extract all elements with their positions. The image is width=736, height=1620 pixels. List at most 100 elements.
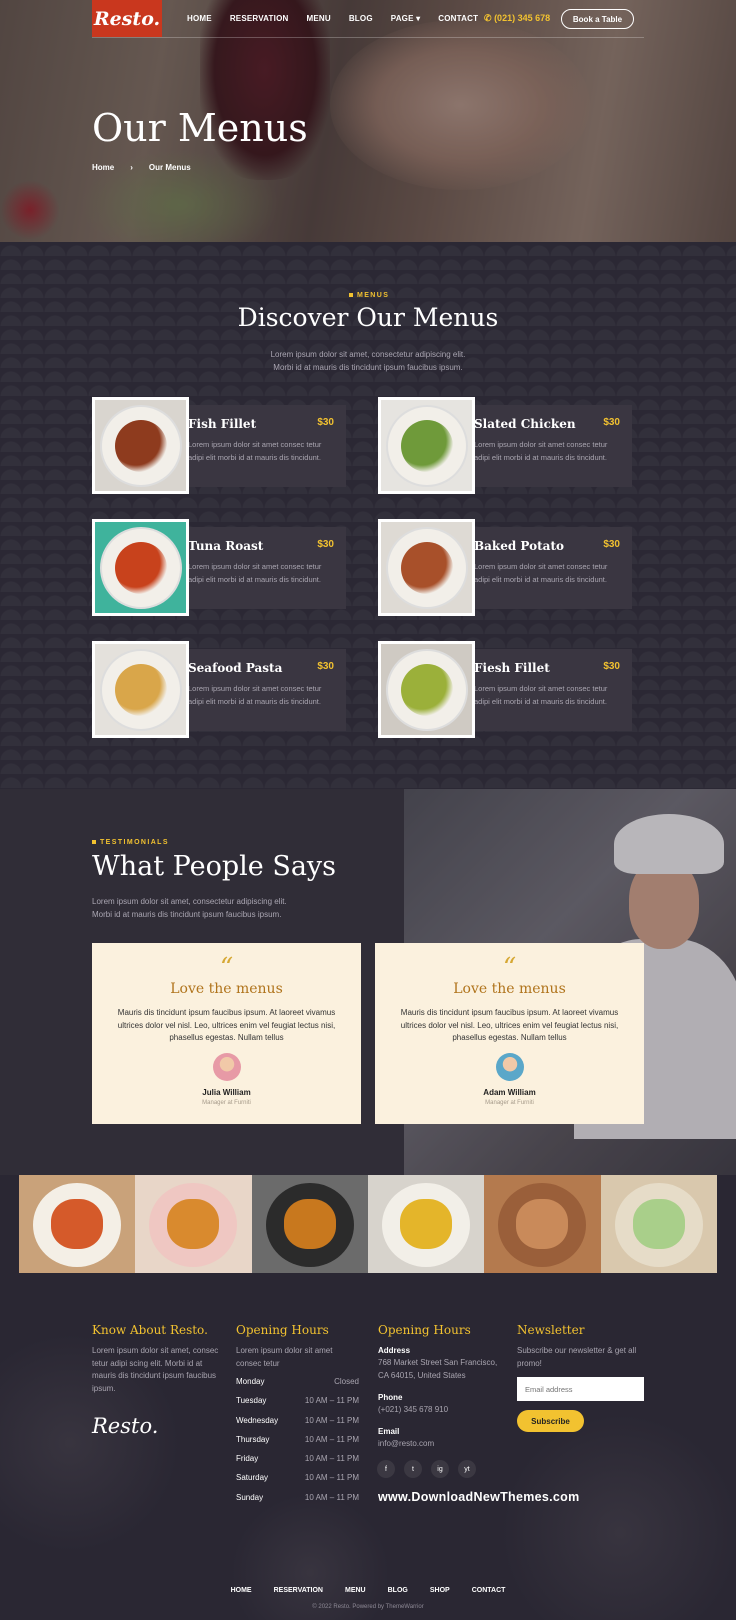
menu-item-desc: Lorem ipsum dolor sit amet consec tetur … [188, 684, 322, 706]
gallery-image[interactable] [484, 1175, 601, 1273]
testimonial-role: Manager at Furniti [485, 1100, 534, 1106]
email-value[interactable]: info@resto.com [378, 1438, 434, 1451]
testimonial-name: Adam William [483, 1088, 536, 1097]
food-image [401, 420, 453, 472]
food-image [401, 542, 453, 594]
book-table-button[interactable]: Book a Table [561, 9, 634, 29]
header-phone[interactable]: ✆ (021) 345 678 [484, 13, 550, 24]
hours-time: 10 AM – 11 PM [304, 1454, 359, 1464]
menu-item-price: $30 [603, 539, 620, 550]
nav-contact[interactable]: CONTACT [438, 14, 478, 23]
hours-time: 10 AM – 11 PM [304, 1473, 359, 1483]
subscribe-button[interactable]: Subscribe [517, 1410, 584, 1432]
hero-banner: Resto. HOME RESERVATION MENU BLOG PAGE C… [0, 0, 736, 242]
hours-time: 10 AM – 11 PM [304, 1434, 359, 1444]
logo[interactable]: Resto. [92, 0, 162, 37]
nav-blog[interactable]: BLOG [349, 14, 373, 23]
menu-item-desc: Lorem ipsum dolor sit amet consec tetur … [188, 562, 322, 584]
testimonial-card: “ Love the menus Mauris dis tincidunt ip… [92, 943, 361, 1124]
menu-item-photo [378, 519, 475, 616]
nav-home[interactable]: HOME [187, 14, 212, 23]
hours-time: 10 AM – 11 PM [304, 1396, 359, 1406]
menu-item[interactable]: Fish Fillet $30 Lorem ipsum dolor sit amet… [92, 397, 368, 494]
food-image [632, 1199, 685, 1249]
menu-item[interactable]: Slated Chicken $30 Lorem ipsum dolor sit a… [378, 397, 654, 494]
footer-nav-contact[interactable]: CONTACT [472, 1587, 506, 1594]
hours-row: Sunday 10 AM – 11 PM [236, 1493, 359, 1512]
gallery-image[interactable] [600, 1175, 717, 1273]
footer-nav: HOME RESERVATION MENU BLOG SHOP CONTACT [0, 1587, 736, 1594]
contact-title: Opening Hours [378, 1323, 471, 1337]
food-image [115, 542, 167, 594]
food-image [283, 1199, 336, 1249]
hours-row: Thursday 10 AM – 11 PM [236, 1435, 359, 1454]
food-image [115, 664, 167, 716]
hours-day: Wednesday [236, 1415, 279, 1425]
food-image [115, 420, 167, 472]
menu-item-photo [92, 519, 189, 616]
menu-item-price: $30 [603, 661, 620, 672]
about-title: Know About Resto. [92, 1323, 208, 1337]
quote-icon: “ [502, 953, 517, 983]
hours-time: Closed [334, 1377, 359, 1386]
hours-row: Wednesday 10 AM – 11 PM [236, 1416, 359, 1435]
menu-item-photo [92, 641, 189, 738]
social-links: f t ig yt [377, 1460, 476, 1478]
hours-day: Sunday [236, 1492, 264, 1502]
menu-card: Fish Fillet $30 Lorem ipsum dolor sit amet… [182, 405, 346, 487]
hours-row: Saturday 10 AM – 11 PM [236, 1473, 359, 1492]
about-text: Lorem ipsum dolor sit amet, consec tetur… [92, 1346, 219, 1393]
gallery-image[interactable] [367, 1175, 485, 1273]
testimonial-text: Mauris dis tincidunt ipsum faucibus ipsu… [400, 1008, 619, 1042]
gallery-image[interactable] [19, 1175, 136, 1273]
footer-nav-menu[interactable]: MENU [345, 1587, 366, 1594]
testimonials-section: TESTIMONIALS What People Says Lorem ipsu… [0, 789, 736, 1175]
menu-item-photo [378, 641, 475, 738]
footer-nav-reservation[interactable]: RESERVATION [274, 1587, 323, 1594]
nav-page[interactable]: PAGE [391, 14, 421, 23]
phone-value[interactable]: (+021) 345 678 910 [378, 1404, 448, 1417]
phone-label: Phone [378, 1393, 403, 1402]
nav-reservation[interactable]: RESERVATION [230, 14, 289, 23]
menu-item-name: Tuna Roast [188, 539, 264, 553]
hours-row: Friday 10 AM – 11 PM [236, 1454, 359, 1473]
menus-subtitle: Lorem ipsum dolor sit amet, consectetur … [270, 350, 466, 372]
footer-nav-blog[interactable]: BLOG [388, 1587, 408, 1594]
testimonial-name: Julia William [202, 1088, 251, 1097]
menu-item[interactable]: Baked Potato $30 Lorem ipsum dolor sit ame… [378, 519, 654, 616]
footer-nav-home[interactable]: HOME [231, 1587, 252, 1594]
newsletter-email-input[interactable] [517, 1377, 644, 1401]
main-nav: HOME RESERVATION MENU BLOG PAGE CONTACT [187, 14, 496, 23]
avatar [496, 1053, 524, 1081]
instagram-icon[interactable]: ig [431, 1460, 449, 1478]
menu-item[interactable]: Seafood Pasta $30 Lorem ipsum dolor sit am… [92, 641, 368, 738]
hours-text: Lorem ipsum dolor sit amet consec tetur [236, 1346, 333, 1368]
testimonials-title: What People Says [92, 851, 337, 882]
menu-card: Fiesh Fillet $30 Lorem ipsum dolor sit ame… [468, 649, 632, 731]
menu-item-desc: Lorem ipsum dolor sit amet consec tetur … [474, 684, 608, 706]
menu-item[interactable]: Tuna Roast $30 Lorem ipsum dolor sit amet … [92, 519, 368, 616]
newsletter-text: Subscribe our newsletter & get all promo… [517, 1346, 637, 1368]
breadcrumb-home[interactable]: Home [92, 163, 114, 172]
menus-title: Discover Our Menus [237, 303, 499, 332]
testimonial-title: Love the menus [453, 981, 566, 997]
menu-item[interactable]: Fiesh Fillet $30 Lorem ipsum dolor sit ame… [378, 641, 654, 738]
gallery-image[interactable] [251, 1175, 368, 1273]
breadcrumb: Home › Our Menus [92, 163, 191, 172]
hours-day: Friday [236, 1454, 259, 1464]
nav-menu[interactable]: MENU [306, 14, 330, 23]
food-image [516, 1199, 569, 1249]
footer-nav-shop[interactable]: SHOP [430, 1587, 450, 1594]
facebook-icon[interactable]: f [377, 1460, 395, 1478]
hours-title: Opening Hours [236, 1323, 329, 1337]
menu-item-photo [92, 397, 189, 494]
address-value: 768 Market Street San Francisco, CA 6401… [378, 1358, 498, 1380]
twitter-icon[interactable]: t [404, 1460, 422, 1478]
testimonial-text: Mauris dis tincidunt ipsum faucibus ipsu… [117, 1008, 336, 1042]
footer-logo[interactable]: Resto. [92, 1414, 158, 1438]
menu-item-name: Seafood Pasta [188, 661, 283, 675]
youtube-icon[interactable]: yt [458, 1460, 476, 1478]
gallery-image[interactable] [135, 1175, 252, 1273]
hours-day: Thursday [236, 1434, 270, 1444]
food-image [167, 1199, 220, 1249]
